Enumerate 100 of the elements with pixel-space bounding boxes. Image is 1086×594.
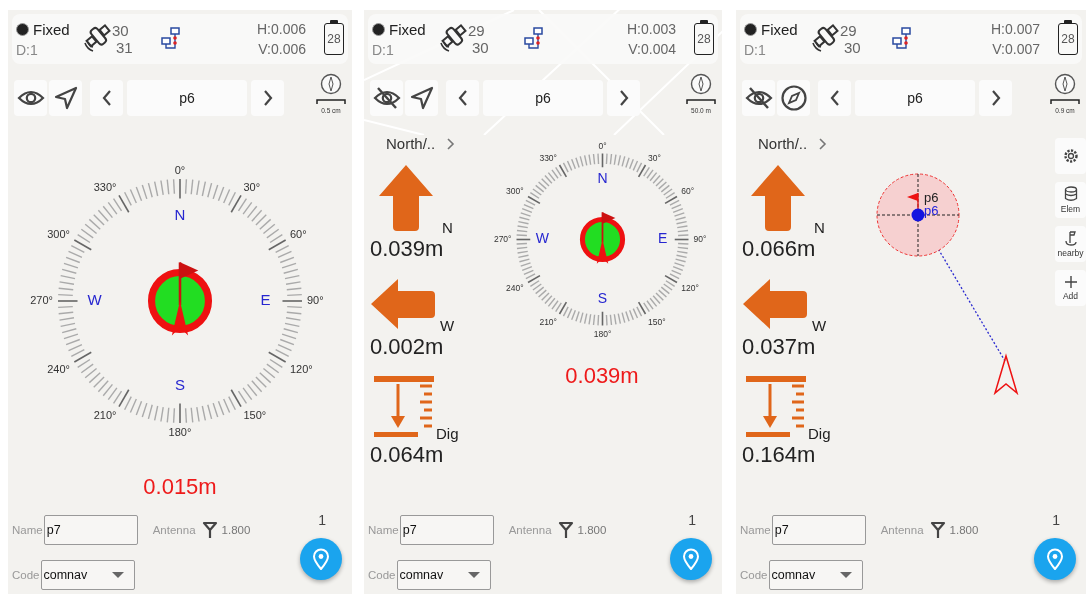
- degree-label: 90°: [307, 293, 324, 306]
- field-label: Code: [368, 569, 396, 581]
- scale-bar-icon: [316, 97, 346, 104]
- satellite-icon: [82, 23, 114, 55]
- point-name-input[interactable]: p7: [399, 515, 494, 545]
- north-compass-icon: [320, 72, 342, 95]
- network-icon: [160, 26, 183, 52]
- direction-label: Dig: [436, 425, 459, 442]
- field-label: Antenna: [508, 524, 552, 536]
- direction-label: N: [442, 219, 453, 236]
- record-point-button[interactable]: [1034, 538, 1076, 580]
- battery-indicator: 28: [1058, 23, 1078, 55]
- map-tool-button[interactable]: Add: [1055, 270, 1086, 306]
- location-pin-icon: [682, 548, 700, 570]
- up-arrow-icon: [750, 164, 806, 232]
- degree-label: 240°: [47, 362, 70, 375]
- record-count: 1: [688, 512, 696, 528]
- degree-label: 180°: [168, 426, 192, 438]
- settings-button[interactable]: [1055, 138, 1086, 174]
- cardinal-direction-label: W: [87, 290, 102, 308]
- target-indicator-drawing: [579, 211, 625, 264]
- reference-direction-selector[interactable]: North/..: [758, 135, 828, 152]
- record-point-button[interactable]: [670, 538, 712, 580]
- battery-indicator: 28: [324, 23, 344, 55]
- differential-age-label: D:1: [16, 41, 39, 58]
- dig-depth-icon: [746, 376, 806, 438]
- map-tool-button[interactable]: Elem: [1055, 182, 1086, 218]
- point-name-field[interactable]: p6: [127, 80, 247, 116]
- visibility-toggle-button[interactable]: [14, 80, 47, 116]
- offset-distance: 0.164m: [742, 442, 817, 468]
- battery-indicator: 28: [694, 23, 714, 55]
- antenna-height-value: 1.800: [949, 524, 979, 536]
- next-point-button[interactable]: [979, 80, 1012, 116]
- record-count: 1: [318, 512, 326, 528]
- degree-label: 150°: [647, 316, 666, 327]
- horizontal-precision: H:0.003: [626, 21, 676, 37]
- next-point-button[interactable]: [607, 80, 640, 116]
- satellites-visible-count: 30: [471, 39, 489, 56]
- degree-label: 270°: [30, 293, 53, 306]
- degree-label: 240°: [505, 283, 524, 294]
- antenna-height-value: 1.800: [221, 524, 251, 536]
- degree-label: 30°: [647, 152, 661, 163]
- horizontal-precision: H:0.007: [990, 21, 1040, 37]
- vertical-precision: V:0.007: [992, 41, 1040, 57]
- record-point-button[interactable]: [300, 538, 342, 580]
- previous-point-button[interactable]: [446, 80, 479, 116]
- vertical-precision: V:0.006: [258, 41, 306, 57]
- horizontal-precision: H:0.006: [256, 21, 306, 37]
- caret-icon: [467, 571, 480, 579]
- previous-point-button[interactable]: [90, 80, 123, 116]
- next-point-button[interactable]: [251, 80, 284, 116]
- satellites-used-count: 30: [112, 22, 130, 39]
- cardinal-direction-label: S: [175, 376, 185, 394]
- chevron-right-icon: [445, 136, 456, 151]
- vertical-precision: V:0.004: [628, 41, 676, 57]
- degree-label: 120°: [290, 362, 313, 375]
- scale-bar-icon: [686, 97, 716, 104]
- reference-direction-selector[interactable]: North/..: [386, 135, 456, 152]
- fix-status-dot: [16, 22, 29, 36]
- cardinal-direction-label: E: [260, 290, 271, 308]
- offset-distance: 0.002m: [370, 334, 445, 360]
- cardinal-direction-label: E: [657, 230, 667, 247]
- point-label: p6: [924, 190, 939, 205]
- code-dropdown[interactable]: comnav: [768, 560, 863, 590]
- offset-distance: 0.037m: [742, 334, 817, 360]
- satellites-visible-count: 30: [843, 39, 861, 56]
- point-name-input[interactable]: p7: [771, 515, 866, 545]
- offset-distance: 0.066m: [742, 236, 817, 262]
- visibility-toggle-button[interactable]: [742, 80, 775, 116]
- differential-age-label: D:1: [372, 41, 395, 58]
- antenna-icon: [557, 521, 574, 539]
- code-dropdown[interactable]: comnav: [396, 560, 491, 590]
- degree-label: 180°: [593, 328, 611, 339]
- field-label: Code: [12, 569, 40, 581]
- degree-label: 90°: [693, 233, 706, 244]
- network-icon: [891, 26, 914, 52]
- current-position-arrow: [993, 353, 1019, 396]
- point-label: p6: [924, 203, 939, 218]
- code-dropdown[interactable]: comnav: [40, 560, 135, 590]
- degree-label: 210°: [538, 316, 557, 327]
- satellite-icon: [810, 23, 842, 55]
- fix-status-dot: [372, 22, 385, 36]
- previous-point-button[interactable]: [818, 80, 851, 116]
- offset-distance: 0.064m: [370, 442, 445, 468]
- antenna-height-value: 1.800: [577, 524, 607, 536]
- database-icon: [1063, 186, 1078, 202]
- field-label: Code: [740, 569, 768, 581]
- caret-icon: [111, 571, 124, 579]
- visibility-toggle-button[interactable]: [370, 80, 403, 116]
- satellites-visible-count: 31: [115, 39, 133, 56]
- fix-status-label: Fixed: [33, 20, 70, 38]
- point-name-field[interactable]: p6: [483, 80, 603, 116]
- point-name-field[interactable]: p6: [855, 80, 975, 116]
- settings-icon: [1062, 148, 1079, 164]
- satellites-used-count: 29: [468, 22, 486, 39]
- map-tool-button[interactable]: nearby: [1055, 226, 1086, 262]
- left-arrow-icon: [370, 278, 436, 330]
- degree-label: 270°: [493, 233, 511, 244]
- point-name-input[interactable]: p7: [43, 515, 138, 545]
- direction-label: W: [440, 317, 455, 334]
